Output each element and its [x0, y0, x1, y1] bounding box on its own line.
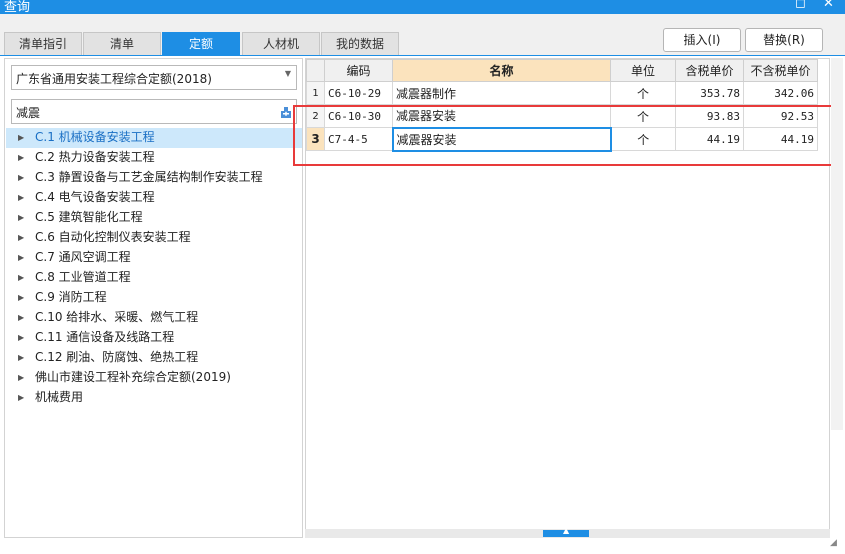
column-header-code[interactable]: 编码 [324, 59, 393, 82]
cell-unit[interactable]: 个 [610, 104, 676, 128]
tab-bill[interactable]: 清单 [83, 32, 161, 55]
expand-caret-icon[interactable]: ▶ [18, 368, 24, 387]
tree-item[interactable]: ▶ C.11 通信设备及线路工程 [6, 328, 302, 348]
cell-price-tax[interactable]: 44.19 [675, 127, 744, 151]
row-number[interactable]: 2 [306, 104, 325, 128]
cell-name[interactable]: 减震器制作 [392, 81, 611, 105]
column-header-unit[interactable]: 单位 [610, 59, 676, 82]
cell-code[interactable]: C6-10-30 [324, 104, 393, 128]
tree-item[interactable]: ▶ C.6 自动化控制仪表安装工程 [6, 228, 302, 248]
tab-my-data[interactable]: 我的数据 [321, 32, 399, 55]
expand-caret-icon[interactable]: ▶ [18, 228, 24, 247]
expand-caret-icon[interactable]: ▶ [18, 328, 24, 347]
column-header-price-notax[interactable]: 不含税单价 [743, 59, 818, 82]
quota-tree: ▶ C.1 机械设备安装工程 ▶ C.2 热力设备安装工程 ▶ C.3 静置设备与工艺… [6, 128, 302, 408]
results-panel: 编码 名称 单位 含税单价 不含税单价 1 C6-10-29 减震器制作 个 3… [305, 58, 830, 538]
tree-item[interactable]: ▶ C.10 给排水、采暖、燃气工程 [6, 308, 302, 328]
tree-item[interactable]: ▶ C.5 建筑智能化工程 [6, 208, 302, 228]
expand-caret-icon[interactable]: ▶ [18, 208, 24, 227]
cell-price-tax[interactable]: 353.78 [675, 81, 744, 105]
tree-item[interactable]: ▶ C.2 热力设备安装工程 [6, 148, 302, 168]
tree-item[interactable]: ▶ C.3 静置设备与工艺金属结构制作安装工程 [6, 168, 302, 188]
horizontal-scrollbar[interactable]: ▲ [305, 526, 830, 538]
expand-caret-icon[interactable]: ▶ [18, 148, 24, 167]
expand-caret-icon[interactable]: ▶ [18, 188, 24, 207]
resize-grip-icon[interactable]: ◢ [830, 538, 842, 550]
maximize-icon[interactable]: ◻ [795, 0, 806, 11]
tree-item[interactable]: ▶ 佛山市建设工程补充综合定额(2019) [6, 368, 302, 388]
tab-bill-guide[interactable]: 清单指引 [4, 32, 82, 55]
insert-button[interactable]: 插入(I) [663, 28, 741, 52]
tab-labor-material-machine[interactable]: 人材机 [242, 32, 320, 55]
tree-item[interactable]: ▶ C.9 消防工程 [6, 288, 302, 308]
cell-price-notax[interactable]: 342.06 [743, 81, 818, 105]
tree-item[interactable]: ▶ C.8 工业管道工程 [6, 268, 302, 288]
table-row[interactable]: 2 C6-10-30 减震器安装 个 93.83 92.53 [306, 104, 818, 128]
chevron-up-icon: ▲ [563, 526, 570, 535]
table-row[interactable]: 3 C7-4-5 减震器安装 个 44.19 44.19 [306, 126, 818, 152]
cell-unit[interactable]: 个 [610, 81, 676, 105]
cell-name[interactable]: 减震器安装 [391, 126, 612, 152]
replace-button[interactable]: 替换(R) [745, 28, 823, 52]
column-header-name[interactable]: 名称 [392, 59, 611, 82]
tab-quota[interactable]: 定额 [162, 32, 240, 55]
column-header-price-tax[interactable]: 含税单价 [675, 59, 744, 82]
expand-caret-icon[interactable]: ▶ [18, 248, 24, 267]
cell-unit[interactable]: 个 [610, 127, 676, 151]
tree-item[interactable]: ▶ C.12 刷油、防腐蚀、绝热工程 [6, 348, 302, 368]
row-number[interactable]: 1 [306, 81, 325, 105]
window-titlebar: 查询 ◻ ✕ [0, 0, 845, 14]
search-filter-icon[interactable] [279, 105, 293, 119]
cell-price-notax[interactable]: 44.19 [743, 127, 818, 151]
row-number[interactable]: 3 [306, 127, 325, 151]
cell-code[interactable]: C7-4-5 [324, 127, 393, 151]
window-title: 查询 [4, 0, 31, 14]
scroll-thumb[interactable]: ▲ [543, 526, 589, 537]
chevron-down-icon[interactable]: ▼ [285, 69, 291, 78]
tree-item[interactable]: ▶ C.7 通风空调工程 [6, 248, 302, 268]
quota-library-select[interactable]: 广东省通用安装工程综合定额(2018) ▼ [11, 65, 297, 90]
expand-caret-icon[interactable]: ▶ [18, 308, 24, 327]
search-value: 减震 [16, 106, 41, 120]
expand-caret-icon[interactable]: ▶ [18, 268, 24, 287]
expand-caret-icon[interactable]: ▶ [18, 168, 24, 187]
tree-item[interactable]: ▶ C.4 电气设备安装工程 [6, 188, 302, 208]
grid-corner[interactable] [306, 59, 325, 82]
tab-underline [0, 55, 845, 56]
close-icon[interactable]: ✕ [823, 0, 834, 11]
table-row[interactable]: 1 C6-10-29 减震器制作 个 353.78 342.06 [306, 81, 818, 105]
left-panel: 广东省通用安装工程综合定额(2018) ▼ 减震 ▶ C.1 机械设备安装工程 ▶… [4, 58, 303, 538]
tree-item[interactable]: ▶ C.1 机械设备安装工程 [6, 128, 302, 148]
expand-caret-icon[interactable]: ▶ [18, 388, 24, 407]
expand-caret-icon[interactable]: ▶ [18, 128, 24, 147]
cell-price-notax[interactable]: 92.53 [743, 104, 818, 128]
search-input[interactable]: 减震 [11, 99, 297, 124]
tree-item[interactable]: ▶ 机械费用 [6, 388, 302, 408]
cell-name[interactable]: 减震器安装 [392, 104, 611, 128]
cell-price-tax[interactable]: 93.83 [675, 104, 744, 128]
results-grid: 编码 名称 单位 含税单价 不含税单价 1 C6-10-29 减震器制作 个 3… [306, 59, 818, 152]
expand-caret-icon[interactable]: ▶ [18, 288, 24, 307]
cell-code[interactable]: C6-10-29 [324, 81, 393, 105]
vertical-scrollbar[interactable] [831, 58, 843, 430]
expand-caret-icon[interactable]: ▶ [18, 348, 24, 367]
quota-library-value: 广东省通用安装工程综合定额(2018) [16, 72, 212, 86]
